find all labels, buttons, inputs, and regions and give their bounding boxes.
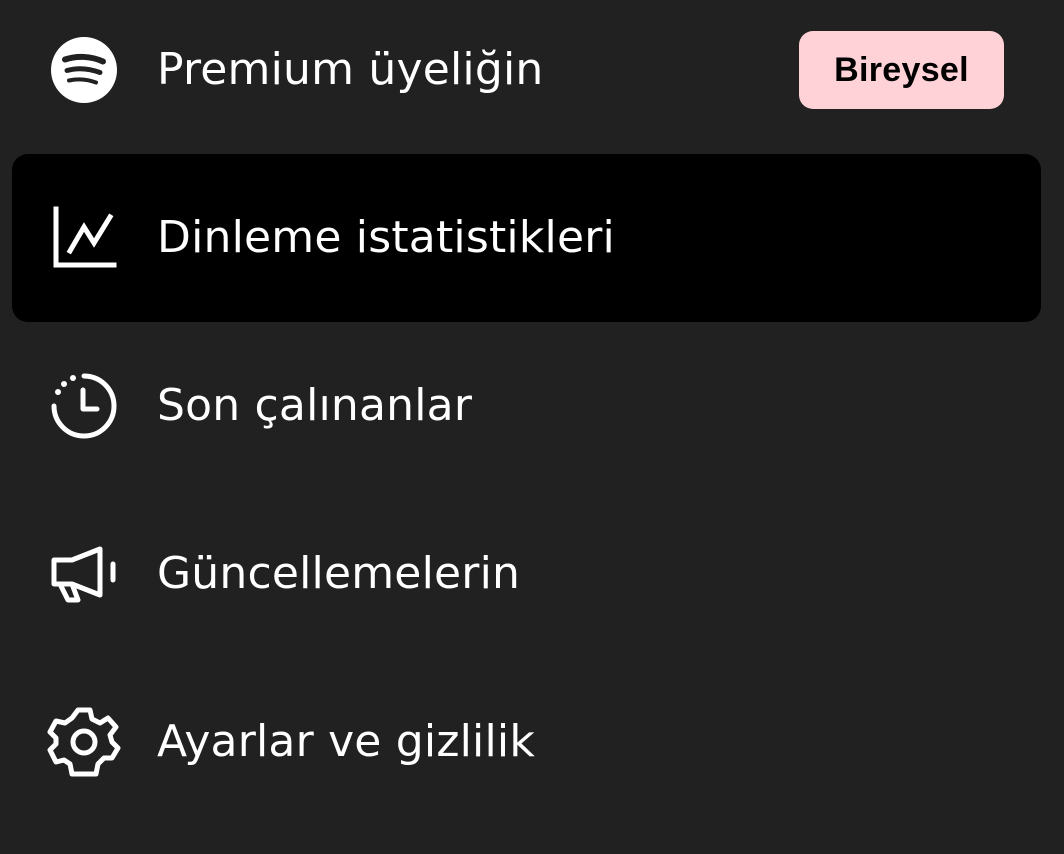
menu-item-label: Premium üyeliğin xyxy=(157,44,544,95)
line-chart-icon xyxy=(48,202,120,274)
menu-item-settings[interactable]: Ayarlar ve gizlilik xyxy=(12,658,1041,826)
account-menu: Premium üyeliğin Bireysel Dinleme istati… xyxy=(0,0,1064,854)
plan-badge: Bireysel xyxy=(799,31,1004,109)
spotify-logo-icon xyxy=(48,34,120,106)
megaphone-icon xyxy=(48,538,120,610)
recent-clock-icon xyxy=(48,370,120,442)
menu-item-label: Dinleme istatistikleri xyxy=(157,212,615,263)
gear-icon xyxy=(47,706,121,778)
menu-item-recently-played[interactable]: Son çalınanlar xyxy=(12,322,1041,490)
menu-item-premium[interactable]: Premium üyeliğin Bireysel xyxy=(12,0,1041,154)
menu-item-label: Güncellemelerin xyxy=(157,548,521,599)
menu-item-label: Son çalınanlar xyxy=(157,380,473,431)
menu-item-updates[interactable]: Güncellemelerin xyxy=(12,490,1041,658)
menu-item-label: Ayarlar ve gizlilik xyxy=(157,716,535,767)
menu-item-listening-stats[interactable]: Dinleme istatistikleri xyxy=(12,154,1041,322)
